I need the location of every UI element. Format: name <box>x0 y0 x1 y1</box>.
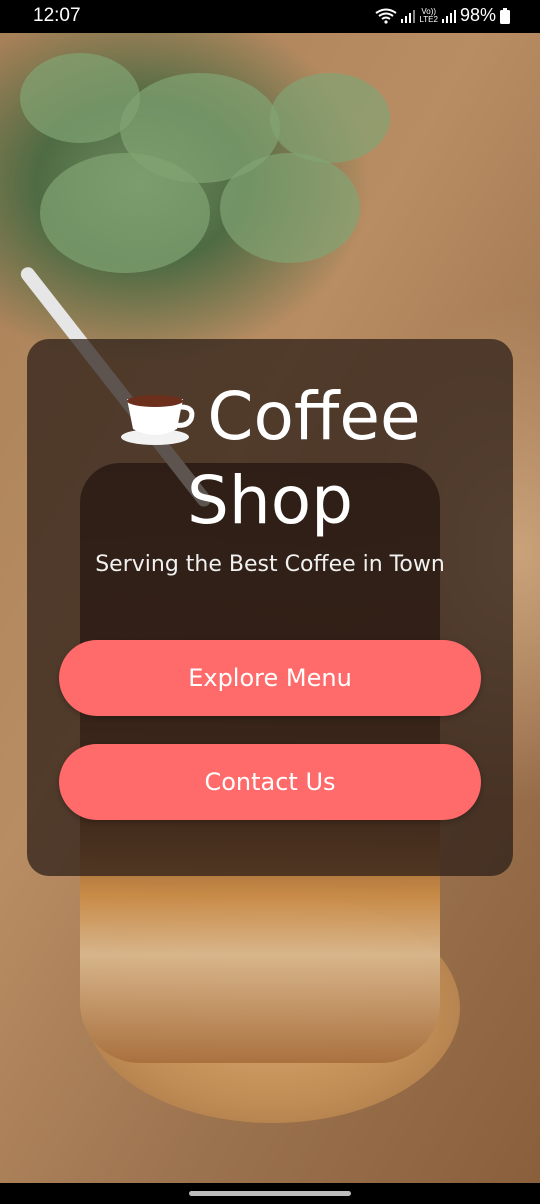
explore-menu-button[interactable]: Explore Menu <box>59 640 481 716</box>
network-label: LTE2 <box>419 14 438 24</box>
signal-icon <box>441 9 456 23</box>
home-gesture-handle[interactable] <box>189 1191 351 1196</box>
title-text: Coffee Shop <box>187 378 421 539</box>
contact-us-button[interactable]: Contact Us <box>59 744 481 820</box>
status-icons: Vo)) LTE2 98% <box>375 5 510 26</box>
battery-icon <box>500 7 510 24</box>
wifi-icon <box>375 8 398 24</box>
page-title: Coffee Shop <box>27 379 513 539</box>
navigation-bar <box>0 1183 540 1204</box>
battery-percent: 98% <box>459 5 496 25</box>
signal-icon <box>401 9 416 23</box>
subtitle: Serving the Best Coffee in Town <box>95 552 445 577</box>
status-time: 12:07 <box>33 5 81 26</box>
status-bar: 12:07 Vo)) LTE2 98% <box>0 0 540 33</box>
coffee-cup-icon <box>119 387 195 463</box>
hero-card: Coffee Shop Serving the Best Coffee in T… <box>27 339 513 876</box>
volte-icon: Vo)) LTE2 <box>419 6 438 24</box>
